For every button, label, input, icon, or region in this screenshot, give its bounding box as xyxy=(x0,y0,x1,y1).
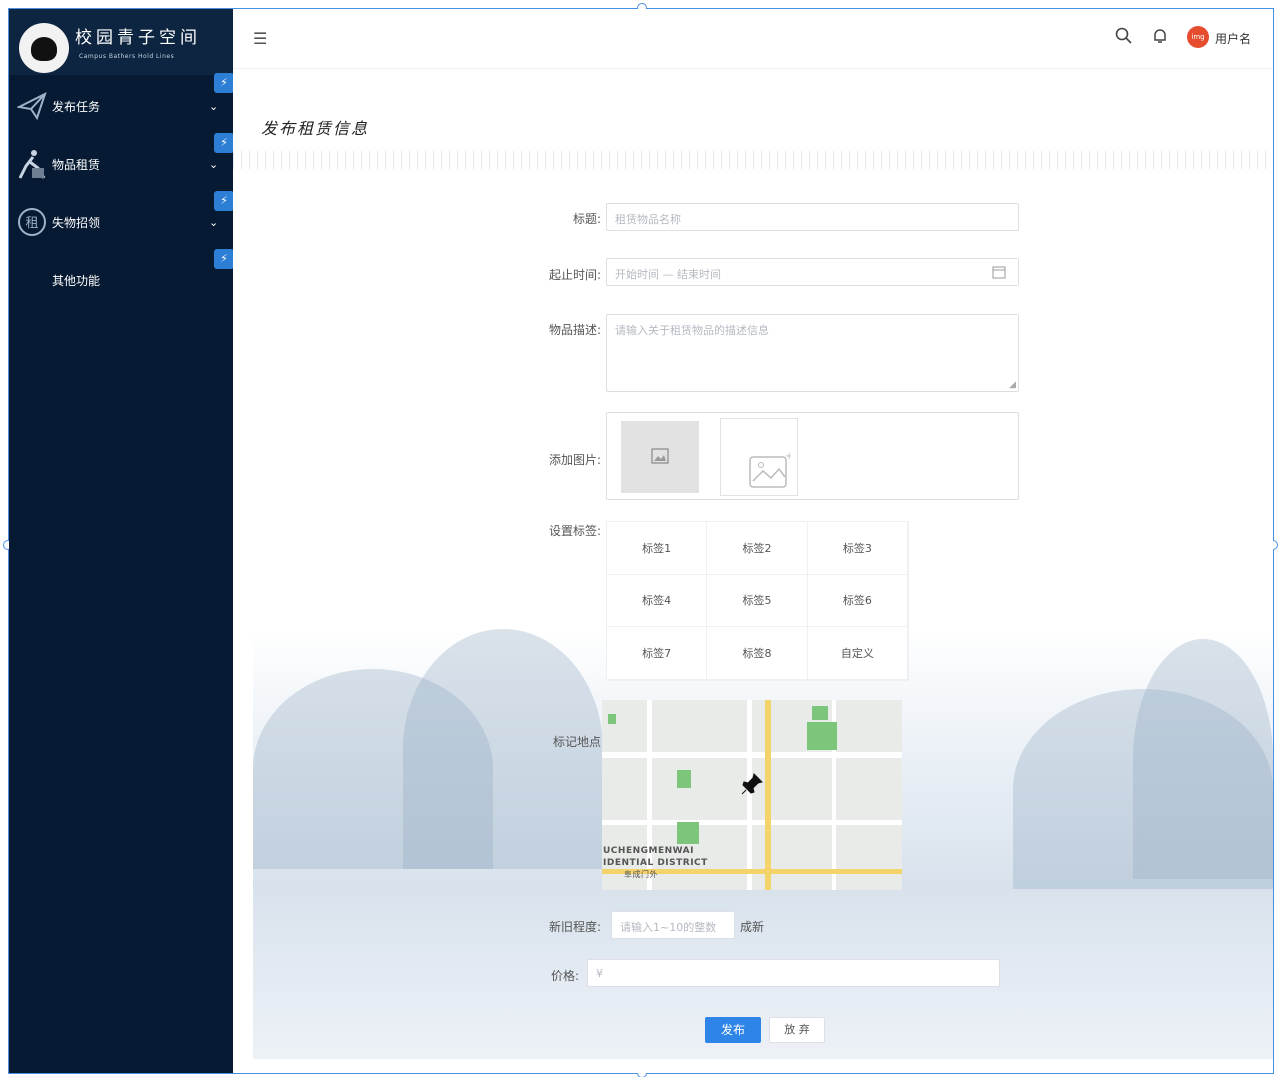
chevron-down-icon: ⌄ xyxy=(209,99,219,113)
avatar[interactable]: img xyxy=(1187,26,1209,48)
logo-title: 校园青子空间 xyxy=(75,28,201,48)
tag-option[interactable]: 标签7 xyxy=(607,627,708,680)
logo[interactable]: 校园青子空间 Campus Bathers Hold Lines xyxy=(9,9,233,75)
map-pin-icon[interactable] xyxy=(740,772,764,799)
chevron-down-icon: ⌄ xyxy=(209,215,219,229)
map-label: 阜成门外 xyxy=(624,870,658,879)
description-textarea[interactable]: 请输入关于租赁物品的描述信息 ◢ xyxy=(606,314,1019,392)
svg-text:租: 租 xyxy=(25,216,38,231)
tag-option[interactable]: 标签8 xyxy=(707,627,808,680)
resize-grip-icon[interactable]: ◢ xyxy=(1009,380,1016,390)
sidebar-item-label: 发布任务 xyxy=(52,99,101,114)
add-photo-icon: + xyxy=(749,451,793,492)
main-content: 发布租赁信息 标题: 租赁物品名称 起止时间: 开始时间 — 结束时间 物品描述… xyxy=(233,69,1273,1073)
chevron-down-icon: ⌄ xyxy=(209,157,219,171)
paper-plane-icon xyxy=(15,89,49,123)
add-image-button[interactable]: + xyxy=(720,418,798,496)
top-header: ☰ img 用户名 xyxy=(233,9,1273,69)
title-input[interactable]: 租赁物品名称 xyxy=(606,203,1019,231)
description-placeholder: 请输入关于租赁物品的描述信息 xyxy=(615,324,769,337)
tag-grid: 标签1 标签2 标签3 标签4 标签5 标签6 标签7 标签8 自定义 xyxy=(606,521,909,681)
sidebar-item-label: 物品租赁 xyxy=(52,157,101,172)
image-icon xyxy=(651,448,669,467)
condition-placeholder: 请输入1~10的整数 xyxy=(620,921,717,934)
location-map[interactable]: UCHENGMENWAI IDENTIAL DISTRICT 阜成门外 xyxy=(602,700,902,890)
price-placeholder: ¥ xyxy=(596,967,603,980)
search-icon[interactable] xyxy=(1115,27,1133,50)
logo-subtitle: Campus Bathers Hold Lines xyxy=(79,53,175,60)
calendar-icon[interactable] xyxy=(992,265,1006,282)
tag-custom[interactable]: 自定义 xyxy=(807,627,908,680)
sidebar-item-lost-found[interactable]: 租 失物招领 ⌄ xyxy=(9,193,233,251)
tag-option[interactable]: 标签4 xyxy=(607,574,708,628)
sidebar-item-rental[interactable]: 物品租赁 ⌄ xyxy=(9,135,233,193)
username[interactable]: 用户名 xyxy=(1215,30,1251,47)
tag-option[interactable]: 标签1 xyxy=(607,522,708,575)
price-label: 价格: xyxy=(550,969,579,983)
sidebar-item-other[interactable]: 其他功能 xyxy=(9,251,233,309)
tag-option[interactable]: 标签2 xyxy=(707,522,808,575)
title-label: 标题: xyxy=(572,212,601,226)
submit-button[interactable]: 发布 xyxy=(705,1017,761,1043)
walking-person-icon xyxy=(15,147,49,181)
price-input[interactable]: ¥ xyxy=(587,959,1000,987)
seal-icon: 租 xyxy=(15,205,49,239)
sidebar-item-label: 失物招领 xyxy=(52,215,101,230)
bell-icon[interactable] xyxy=(1151,27,1169,50)
tags-label: 设置标签: xyxy=(548,524,601,538)
location-label: 标记地点 xyxy=(552,735,601,749)
map-label: IDENTIAL DISTRICT xyxy=(603,858,708,868)
tag-option[interactable]: 标签3 xyxy=(807,522,908,575)
svg-text:+: + xyxy=(785,451,791,462)
sidebar-item-label: 其他功能 xyxy=(52,273,101,288)
date-range-input[interactable]: 开始时间 — 结束时间 xyxy=(606,258,1019,286)
menu-toggle-icon[interactable]: ☰ xyxy=(253,29,267,48)
condition-suffix: 成新 xyxy=(740,920,765,934)
sidebar: 校园青子空间 Campus Bathers Hold Lines ⚡ 发布任务 … xyxy=(9,9,234,1073)
image-label: 添加图片: xyxy=(548,453,601,467)
condition-label: 新旧程度: xyxy=(548,920,601,934)
time-placeholder: 开始时间 — 结束时间 xyxy=(615,268,721,281)
image-upload-area: + xyxy=(606,412,1019,500)
condition-input[interactable]: 请输入1~10的整数 xyxy=(611,911,735,939)
tag-option[interactable]: 标签5 xyxy=(707,574,808,628)
title-placeholder: 租赁物品名称 xyxy=(615,213,681,226)
cancel-button[interactable]: 放 弃 xyxy=(769,1017,825,1043)
page-title: 发布租赁信息 xyxy=(261,119,370,138)
time-label: 起止时间: xyxy=(548,268,601,282)
description-label: 物品描述: xyxy=(548,323,601,337)
image-thumbnail[interactable] xyxy=(621,421,699,493)
tag-option[interactable]: 标签6 xyxy=(807,574,908,628)
map-label: UCHENGMENWAI xyxy=(603,846,694,856)
sidebar-item-publish-task[interactable]: 发布任务 ⌄ xyxy=(9,77,233,135)
ruler-divider xyxy=(233,151,1273,169)
logo-icon xyxy=(19,23,69,73)
